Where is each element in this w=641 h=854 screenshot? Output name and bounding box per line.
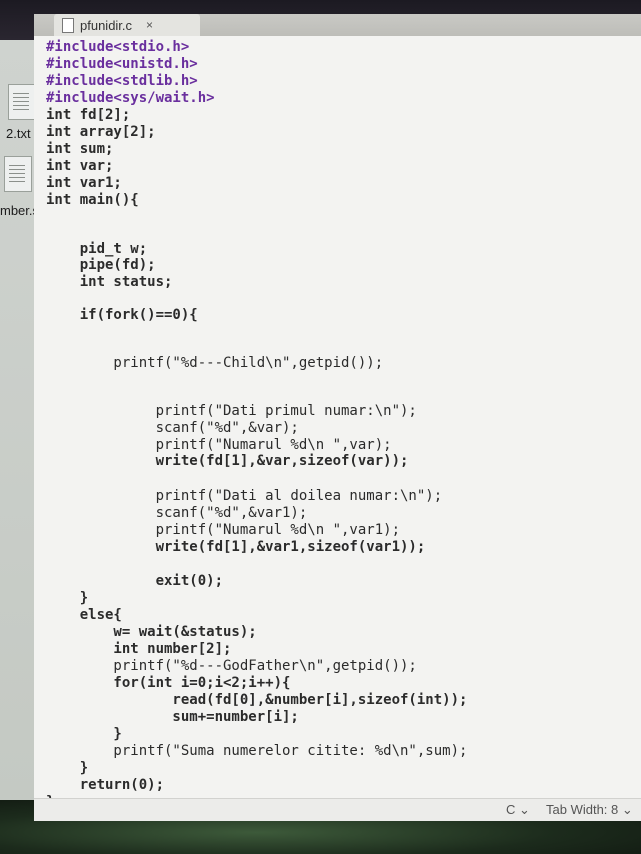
code-line[interactable]: }	[46, 760, 88, 777]
code-line[interactable]: int number[2];	[46, 641, 231, 658]
code-line[interactable]: exit(0);	[46, 573, 223, 590]
code-line[interactable]: #include<sys/wait.h>	[46, 90, 215, 107]
code-line[interactable]: return(0);	[46, 777, 164, 794]
code-line[interactable]: }	[46, 590, 88, 607]
document-icon	[62, 17, 74, 33]
code-line[interactable]: #include<unistd.h>	[46, 56, 198, 73]
code-line[interactable]: else{	[46, 607, 122, 624]
code-line[interactable]: scanf("%d",&var1);	[46, 505, 308, 522]
text-file-icon[interactable]	[4, 156, 32, 192]
code-line[interactable]: read(fd[0],&number[i],sizeof(int));	[46, 692, 467, 709]
code-line[interactable]: pipe(fd);	[46, 257, 156, 274]
code-line[interactable]: write(fd[1],&var1,sizeof(var1));	[46, 539, 426, 556]
desktop-file-label[interactable]: 2.txt	[6, 126, 31, 141]
code-line[interactable]: int main(){	[46, 192, 139, 209]
code-line[interactable]: int var;	[46, 158, 113, 175]
code-line[interactable]: #include<stdio.h>	[46, 39, 189, 56]
code-line[interactable]: write(fd[1],&var,sizeof(var));	[46, 453, 409, 470]
text-file-icon[interactable]	[8, 84, 36, 120]
code-line[interactable]: if(fork()==0){	[46, 307, 198, 324]
code-line[interactable]: int status;	[46, 274, 173, 291]
language-selector[interactable]: C ⌄	[506, 802, 530, 818]
code-line[interactable]: int array[2];	[46, 124, 156, 141]
code-line[interactable]: printf("%d---GodFather\n",getpid());	[46, 658, 416, 675]
code-line[interactable]: printf("Numarul %d\n ",var1);	[46, 522, 400, 539]
code-line[interactable]: printf("Dati al doilea numar:\n");	[46, 488, 443, 505]
code-line[interactable]: scanf("%d",&var);	[46, 420, 299, 437]
tab-width-selector[interactable]: Tab Width: 8 ⌄	[546, 802, 633, 818]
code-line[interactable]: int fd[2];	[46, 107, 130, 124]
code-line[interactable]: pid_t w;	[46, 241, 147, 258]
tab-bar: pfunidir.c ×	[34, 14, 641, 36]
code-line[interactable]: w= wait(&status);	[46, 624, 256, 641]
code-line[interactable]: int sum;	[46, 141, 113, 158]
code-line[interactable]: printf("Suma numerelor citite: %d\n",sum…	[46, 743, 467, 760]
code-line[interactable]: printf("Numarul %d\n ",var);	[46, 437, 392, 454]
code-line[interactable]: sum+=number[i];	[46, 709, 298, 726]
code-line[interactable]: }	[46, 726, 121, 743]
code-line[interactable]: #include<stdlib.h>	[46, 73, 198, 90]
close-icon[interactable]: ×	[146, 18, 153, 32]
code-line[interactable]: for(int i=0;i<2;i++){	[46, 675, 290, 692]
tab-title: pfunidir.c	[80, 17, 133, 33]
editor-window: pfunidir.c × #include<stdio.h> #include<u…	[34, 14, 641, 821]
code-line[interactable]: printf("%d---Child\n",getpid());	[46, 355, 383, 372]
code-line[interactable]: int var1;	[46, 175, 122, 192]
status-bar: C ⌄ Tab Width: 8 ⌄	[34, 798, 641, 821]
code-line[interactable]: printf("Dati primul numar:\n");	[46, 403, 417, 420]
tab-pfunidir[interactable]: pfunidir.c ×	[54, 14, 200, 36]
